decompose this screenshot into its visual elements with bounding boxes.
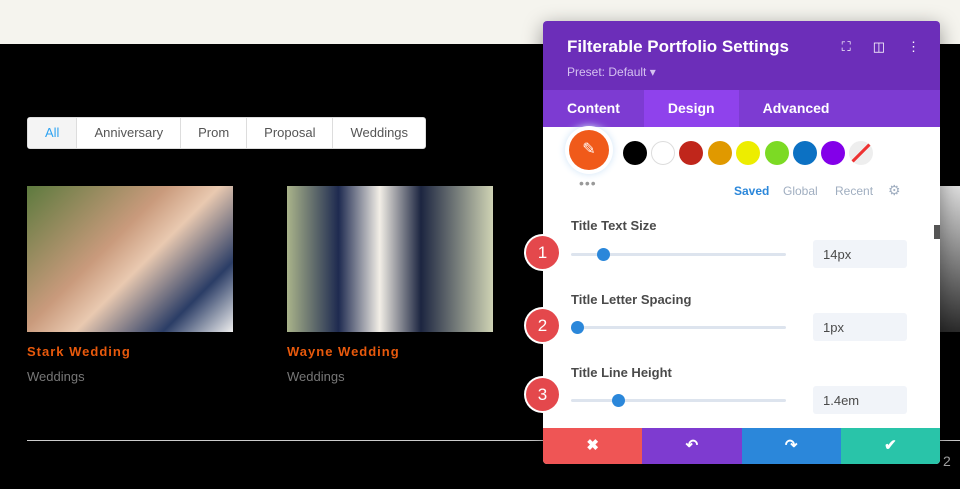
- step-badge: 2: [526, 309, 559, 342]
- cancel-button[interactable]: ✖: [543, 428, 643, 464]
- gear-icon[interactable]: ⚙: [888, 182, 901, 199]
- portfolio-image[interactable]: [287, 186, 493, 332]
- portfolio-item[interactable]: Wayne Wedding Weddings: [287, 186, 493, 384]
- color-swatch[interactable]: [821, 141, 845, 165]
- setting-label: Title Letter Spacing: [571, 292, 692, 307]
- color-swatch[interactable]: [679, 141, 703, 165]
- tab-advanced[interactable]: Advanced: [739, 90, 854, 127]
- filter-all[interactable]: All: [28, 118, 78, 148]
- title-text-size-slider[interactable]: [571, 248, 786, 261]
- filter-weddings[interactable]: Weddings: [333, 118, 425, 148]
- filter-proposal[interactable]: Proposal: [247, 118, 334, 148]
- slider-handle[interactable]: [597, 248, 611, 261]
- tab-content[interactable]: Content: [543, 90, 644, 127]
- eyedropper-icon[interactable]: ✎: [569, 130, 609, 170]
- color-swatch[interactable]: [623, 141, 647, 165]
- item-category: Weddings: [27, 369, 85, 384]
- item-title[interactable]: Wayne Wedding: [287, 344, 493, 359]
- more-options-icon[interactable]: ⋮: [907, 39, 920, 55]
- more-colors-icon[interactable]: •••: [579, 175, 597, 191]
- title-text-size-input[interactable]: 14px: [813, 240, 907, 268]
- portfolio-image[interactable]: [27, 186, 233, 332]
- redo-button[interactable]: ↷: [741, 428, 841, 464]
- color-swatch[interactable]: [736, 141, 760, 165]
- setting-label: Title Text Size: [571, 218, 657, 233]
- color-swatch[interactable]: [765, 141, 789, 165]
- portfolio-image[interactable]: [940, 186, 960, 332]
- undo-button[interactable]: ↶: [642, 428, 742, 464]
- color-swatch[interactable]: [651, 141, 675, 165]
- color-swatch[interactable]: [793, 141, 817, 165]
- color-tab-global[interactable]: Global: [783, 184, 818, 198]
- filter-prom[interactable]: Prom: [181, 118, 248, 148]
- step-badge: 1: [526, 236, 559, 269]
- title-line-height-slider[interactable]: [571, 394, 786, 407]
- slider-handle[interactable]: [571, 321, 585, 334]
- settings-panel: Filterable Portfolio Settings Preset: De…: [543, 21, 940, 464]
- split-view-icon[interactable]: ◫: [873, 39, 885, 55]
- step-badge: 3: [526, 378, 559, 411]
- slider-handle[interactable]: [612, 394, 626, 407]
- no-color-swatch[interactable]: [849, 141, 873, 165]
- portfolio-item[interactable]: Stark Wedding Weddings: [27, 186, 233, 384]
- item-title[interactable]: Stark Wedding: [27, 344, 233, 359]
- pagination-page[interactable]: 2: [943, 453, 951, 469]
- color-swatch[interactable]: [708, 141, 732, 165]
- item-category: Weddings: [287, 369, 345, 384]
- tab-design[interactable]: Design: [643, 90, 739, 127]
- title-letter-spacing-input[interactable]: 1px: [813, 313, 907, 341]
- scrollbar[interactable]: [934, 225, 940, 239]
- title-line-height-input[interactable]: 1.4em: [813, 386, 907, 414]
- title-letter-spacing-slider[interactable]: [571, 321, 786, 334]
- setting-label: Title Line Height: [571, 365, 672, 380]
- fullscreen-icon[interactable]: ⛶: [842, 39, 851, 55]
- preset-dropdown[interactable]: Preset: Default ▾: [567, 65, 916, 79]
- color-tab-recent[interactable]: Recent: [835, 184, 873, 198]
- portfolio-filters: All Anniversary Prom Proposal Weddings: [27, 117, 427, 149]
- save-button[interactable]: ✔: [840, 428, 940, 464]
- color-tab-saved[interactable]: Saved: [734, 184, 769, 198]
- filter-anniversary[interactable]: Anniversary: [77, 118, 182, 148]
